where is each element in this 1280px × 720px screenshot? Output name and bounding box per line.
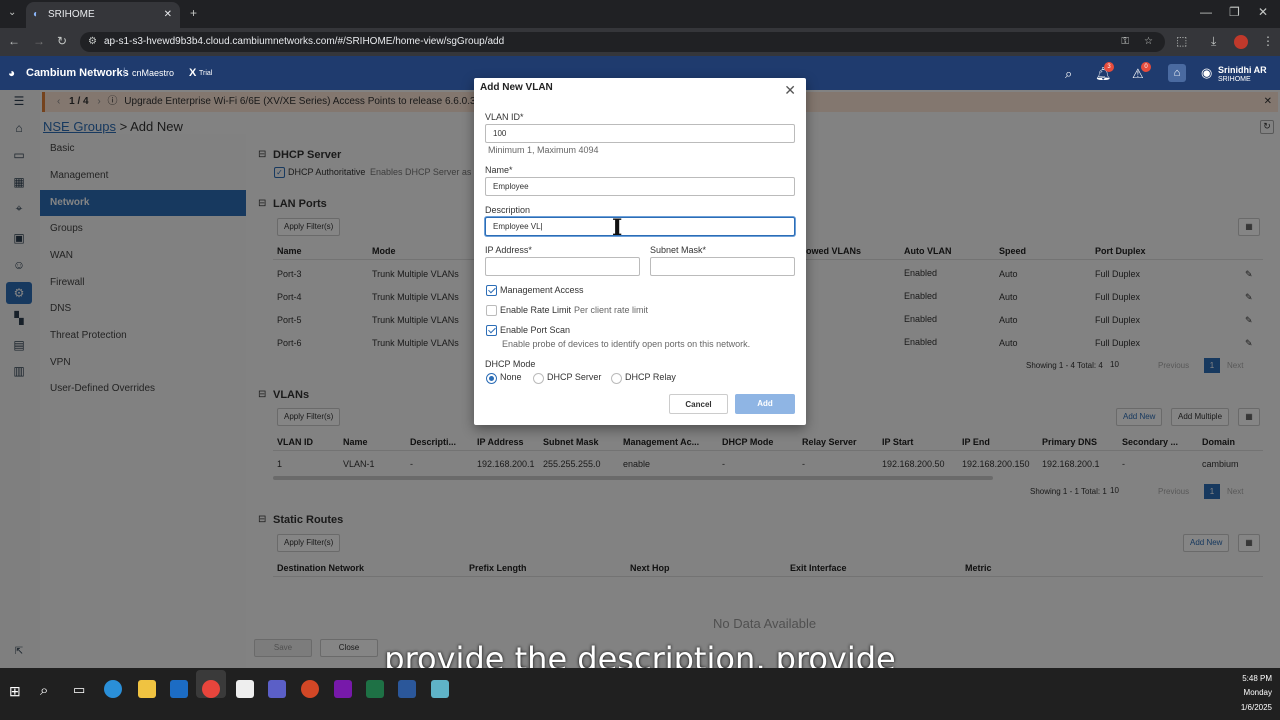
- notepad-icon[interactable]: [236, 680, 254, 698]
- dhcp-mode-relay-radio[interactable]: [611, 373, 622, 384]
- dhcp-mode-server-label: DHCP Server: [547, 372, 602, 382]
- cambium-logo-icon: ◕: [8, 66, 16, 80]
- browser-tab[interactable]: ◐ SRIHOME ✕: [26, 2, 180, 28]
- dhcp-mode-relay-label: DHCP Relay: [625, 372, 676, 382]
- alarm-badge: 0: [1141, 62, 1151, 72]
- rate-limit-hint: Per client rate limit: [574, 305, 649, 315]
- dhcp-mode-server-radio[interactable]: [533, 373, 544, 384]
- onenote-icon[interactable]: [334, 680, 352, 698]
- subnet-mask-input[interactable]: [650, 257, 795, 276]
- subnet-mask-label: Subnet Mask*: [650, 245, 707, 255]
- product-suffix: X: [189, 67, 197, 79]
- minimize-icon[interactable]: —: [1200, 5, 1212, 19]
- brand-name: Cambium Networks: [26, 67, 129, 79]
- site-favicon-icon: ◐: [33, 9, 40, 20]
- address-bar-row: ← → ↻ ⚙ ap-s1-s3-hvewd9b3b4.cloud.cambiu…: [0, 28, 1280, 56]
- taskbar-search-icon[interactable]: ⌕: [40, 682, 48, 699]
- description-value: Employee VL: [493, 222, 541, 231]
- management-access-label: Management Access: [500, 285, 584, 295]
- excel-icon[interactable]: [366, 680, 384, 698]
- name-input[interactable]: Employee: [485, 177, 795, 196]
- taskbar-time[interactable]: 5:48 PM: [1232, 674, 1272, 683]
- site-info-icon[interactable]: ⚙: [88, 32, 97, 52]
- search-icon[interactable]: ⌕: [1065, 66, 1072, 82]
- browser-menu-icon[interactable]: ⋮: [1262, 34, 1274, 48]
- notification-badge: 3: [1104, 62, 1114, 72]
- vlan-id-hint: Minimum 1, Maximum 4094: [488, 145, 599, 155]
- vlan-id-input[interactable]: 100: [485, 124, 795, 143]
- rate-limit-label: Enable Rate Limit: [500, 305, 572, 315]
- download-icon[interactable]: ⤓: [1211, 34, 1216, 49]
- close-window-icon[interactable]: ✕: [1258, 5, 1268, 19]
- taskbar-date: 1/6/2025: [1240, 703, 1272, 712]
- port-scan-checkbox[interactable]: [486, 325, 497, 336]
- add-vlan-modal: Add New VLAN ✕ VLAN ID* 100 Minimum 1, M…: [474, 78, 806, 425]
- powerpoint-icon[interactable]: [301, 680, 319, 698]
- windows-start-icon[interactable]: ⊞: [9, 684, 23, 698]
- description-label: Description: [485, 205, 531, 215]
- windows-taskbar: ⊞ ⌕ ▭ 5:48 PM Monday 1/6/2025: [0, 668, 1280, 720]
- new-tab-icon[interactable]: +: [190, 6, 197, 20]
- forward-icon[interactable]: →: [33, 34, 45, 48]
- extensions-icon[interactable]: ⬚: [1176, 34, 1187, 48]
- remote-desktop-icon[interactable]: [398, 680, 416, 698]
- ip-address-label: IP Address*: [485, 245, 532, 255]
- management-access-checkbox[interactable]: [486, 285, 497, 296]
- cancel-button[interactable]: Cancel: [669, 394, 728, 414]
- reload-icon[interactable]: ↻: [57, 34, 67, 48]
- profile-avatar[interactable]: [1234, 35, 1248, 49]
- vlan-id-label: VLAN ID*: [485, 112, 524, 122]
- header-divider: |: [123, 67, 126, 78]
- restore-icon[interactable]: ❐: [1229, 5, 1240, 19]
- bookmark-star-icon[interactable]: ☆: [1144, 32, 1153, 52]
- url-text: ap-s1-s3-hvewd9b3b4.cloud.cambiumnetwork…: [104, 36, 505, 47]
- ip-address-input[interactable]: [485, 257, 640, 276]
- close-tab-icon[interactable]: ✕: [164, 2, 172, 28]
- port-scan-label: Enable Port Scan: [500, 325, 571, 335]
- browser-tab-bar: ⌄ ◐ SRIHOME ✕ + — ❐ ✕: [0, 0, 1280, 28]
- modal-title: Add New VLAN: [480, 82, 553, 93]
- description-input[interactable]: Employee VL|: [485, 217, 795, 236]
- devices-icon[interactable]: ⌂: [1168, 64, 1186, 82]
- tab-title: SRIHOME: [48, 9, 95, 20]
- user-org: SRIHOME: [1218, 76, 1251, 83]
- name-label: Name*: [485, 165, 513, 175]
- text-cursor-icon: I: [612, 215, 623, 241]
- trial-label: Trial: [199, 70, 213, 77]
- file-explorer-icon[interactable]: [138, 680, 156, 698]
- tab-search-icon[interactable]: ⌄: [8, 7, 16, 18]
- dhcp-mode-label: DHCP Mode: [485, 359, 536, 369]
- user-icon[interactable]: ◉: [1201, 65, 1212, 81]
- modal-close-icon[interactable]: ✕: [784, 82, 796, 99]
- task-view-icon[interactable]: ▭: [73, 682, 85, 698]
- password-key-icon[interactable]: ⚿: [1121, 32, 1129, 52]
- teams-icon[interactable]: [268, 680, 286, 698]
- outlook-icon[interactable]: [170, 680, 188, 698]
- edge-icon[interactable]: [104, 680, 122, 698]
- snipping-tool-icon[interactable]: [431, 680, 449, 698]
- product-name: cnMaestro: [132, 68, 175, 78]
- user-name[interactable]: Srinidhi AR: [1218, 65, 1267, 75]
- dhcp-mode-none-radio[interactable]: [486, 373, 497, 384]
- chrome-icon[interactable]: [202, 680, 220, 698]
- rate-limit-checkbox[interactable]: [486, 305, 497, 316]
- taskbar-day: Monday: [1243, 688, 1272, 697]
- add-button[interactable]: Add: [735, 394, 795, 414]
- back-icon[interactable]: ←: [8, 34, 20, 48]
- port-scan-hint: Enable probe of devices to identify open…: [502, 339, 751, 349]
- dhcp-mode-none-label: None: [500, 372, 522, 382]
- url-field[interactable]: ⚙ ap-s1-s3-hvewd9b3b4.cloud.cambiumnetwo…: [80, 32, 1165, 52]
